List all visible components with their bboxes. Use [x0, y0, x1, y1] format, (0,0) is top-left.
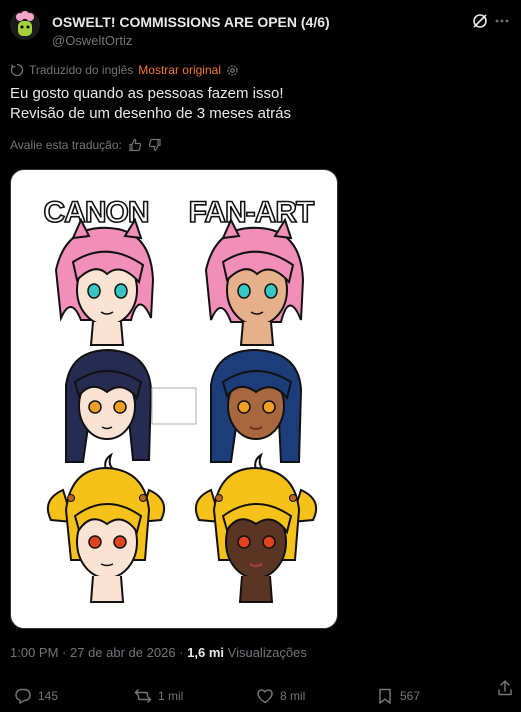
display-name[interactable]: OSWELT! COMMISSIONS ARE OPEN (4/6)	[52, 14, 330, 30]
bookmark-count: 567	[400, 689, 421, 703]
canon-blonde-portrait	[47, 452, 165, 603]
bookmark-button[interactable]: 567	[376, 687, 420, 705]
fan-art-dark-hair-portrait	[210, 348, 303, 463]
reply-button[interactable]: 145	[14, 687, 58, 705]
tweet-text: Eu gosto quando as pessoas fazem isso! R…	[10, 84, 291, 124]
like-count: 8 mil	[280, 689, 306, 703]
views-count: 1,6 mi	[187, 645, 225, 660]
avatar[interactable]	[10, 10, 40, 40]
tweet-header: OSWELT! COMMISSIONS ARE OPEN (4/6) @Oswe…	[10, 10, 511, 50]
translation-settings-icon[interactable]	[226, 64, 239, 77]
reply-count: 145	[38, 689, 59, 703]
translation-notice: Traduzido do inglês Mostrar original	[10, 63, 239, 77]
meta-separator: ·	[179, 645, 184, 660]
tweet-meta: 1:00 PM · 27 de abr de 2026 · 1,6 mi Vis…	[10, 645, 307, 660]
fan-art-pink-portrait	[204, 217, 305, 346]
like-button[interactable]: 8 mil	[256, 687, 305, 705]
fan-art-blonde-portrait	[195, 452, 317, 603]
repost-button[interactable]: 1 mil	[134, 687, 183, 705]
thumbs-down-icon[interactable]	[148, 138, 162, 152]
action-bar: 145 1 mil 8 mil 567	[0, 678, 521, 712]
share-icon	[496, 679, 514, 697]
more-options-icon[interactable]	[493, 12, 511, 30]
grok-icon[interactable]	[471, 12, 489, 30]
tweet-date[interactable]: 27 de abr de 2026	[70, 645, 176, 660]
repost-count: 1 mil	[158, 689, 184, 703]
meta-separator: ·	[62, 645, 67, 660]
canon-pink-portrait	[54, 217, 155, 346]
bookmark-icon	[376, 687, 394, 705]
user-handle[interactable]: @OsweltOrtiz	[52, 33, 132, 48]
share-button[interactable]	[496, 679, 514, 697]
views-label: Visualizações	[227, 645, 307, 660]
rate-label: Avalie esta tradução:	[10, 138, 122, 152]
fan-art-label: FAN-ART	[189, 196, 314, 229]
translate-icon	[10, 63, 24, 77]
thumbs-up-icon[interactable]	[128, 138, 142, 152]
translation-label: Traduzido do inglês	[29, 63, 134, 77]
tweet-image[interactable]: CANON FAN-ART	[10, 169, 338, 629]
heart-icon	[256, 687, 274, 705]
show-original-link[interactable]: Mostrar original	[138, 63, 221, 77]
reply-icon	[14, 687, 32, 705]
rate-translation: Avalie esta tradução:	[10, 138, 162, 152]
tweet-time[interactable]: 1:00 PM	[10, 645, 58, 660]
canon-dark-hair-portrait	[65, 348, 153, 463]
tweet-text-line: Eu gosto quando as pessoas fazem isso!	[10, 85, 284, 102]
repost-icon	[134, 687, 152, 705]
tweet-text-line: Revisão de um desenho de 3 meses atrás	[10, 105, 291, 122]
